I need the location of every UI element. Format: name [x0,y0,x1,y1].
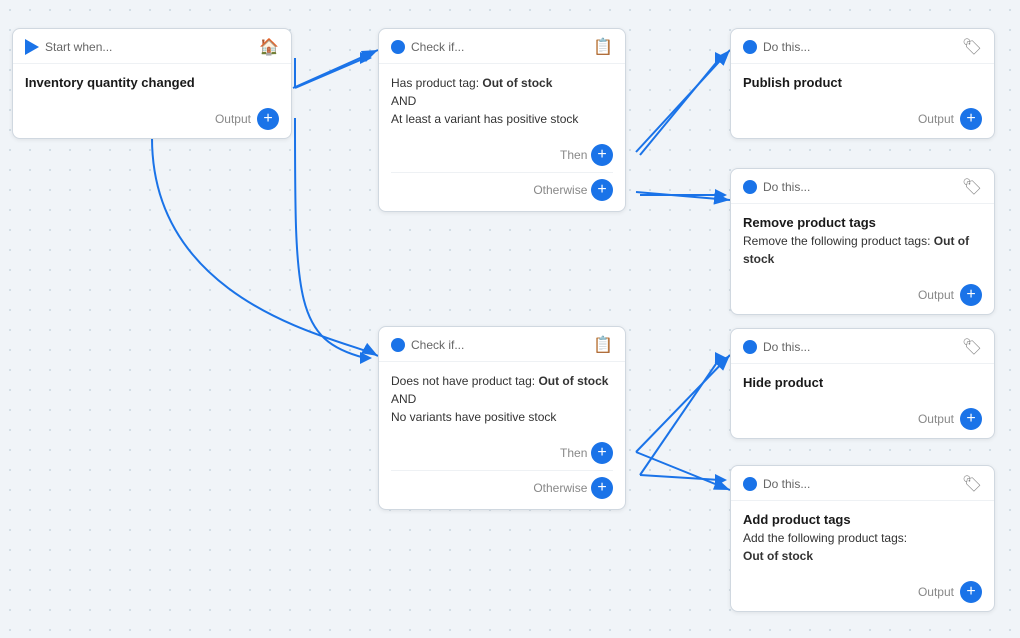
check1-title: Check if... [411,40,464,54]
trigger-output-label: Output [215,112,251,126]
check2-then-add-button[interactable]: + [591,442,613,464]
do1-footer: Output + [731,102,994,138]
do3-output-label: Output [918,412,954,426]
do4-output-label: Output [918,585,954,599]
do1-output-label: Output [918,112,954,126]
do3-main-text: Hide product [743,374,982,392]
do2-add-button[interactable]: + [960,284,982,306]
do4-tag-icon: 🏷 [962,474,982,494]
do2-footer: Output + [731,278,994,314]
do4-title: Do this... [763,477,810,491]
check2-otherwise-add-button[interactable]: + [591,477,613,499]
do1-add-button[interactable]: + [960,108,982,130]
check2-body: Does not have product tag: Out of stockA… [379,362,625,436]
do2-body: Remove product tags Remove the following… [731,204,994,278]
check1-dot [391,40,405,54]
trigger-add-button[interactable]: + [257,108,279,130]
do1-node: Do this... 🏷 Publish product Output + [730,28,995,139]
check1-otherwise-label: Otherwise [533,183,587,197]
do2-node: Do this... 🏷 Remove product tags Remove … [730,168,995,315]
check1-conditions: Has product tag: Out of stockANDAt least… [391,74,613,128]
check2-node: Check if... 📋 Does not have product tag:… [378,326,626,510]
check1-clipboard-icon: 📋 [593,37,613,57]
do4-body: Add product tags Add the following produ… [731,501,994,575]
check2-clipboard-icon: 📋 [593,335,613,355]
do4-sub-text: Add the following product tags:Out of st… [743,529,982,565]
workflow-canvas: Start when... 🏠 Inventory quantity chang… [0,0,1020,638]
check2-conditions: Does not have product tag: Out of stockA… [391,372,613,426]
do4-dot [743,477,757,491]
do3-tag-icon: 🏷 [962,337,982,357]
do2-sub-text: Remove the following product tags: Out o… [743,232,982,268]
trigger-icon [25,39,39,55]
do3-body: Hide product [731,364,994,402]
do2-header: Do this... 🏷 [731,169,994,204]
check1-header: Check if... 📋 [379,29,625,64]
check2-header: Check if... 📋 [379,327,625,362]
check2-dot [391,338,405,352]
do3-dot [743,340,757,354]
do3-add-button[interactable]: + [960,408,982,430]
check1-then-add-button[interactable]: + [591,144,613,166]
do4-footer: Output + [731,575,994,611]
do1-dot [743,40,757,54]
trigger-header: Start when... 🏠 [13,29,291,64]
do4-add-button[interactable]: + [960,581,982,603]
check1-body: Has product tag: Out of stockANDAt least… [379,64,625,138]
check2-then-label: Then [560,446,587,460]
do3-header: Do this... 🏷 [731,329,994,364]
do3-footer: Output + [731,402,994,438]
do1-tag-icon: 🏷 [962,37,982,57]
do4-node: Do this... 🏷 Add product tags Add the fo… [730,465,995,612]
check1-node: Check if... 📋 Has product tag: Out of st… [378,28,626,212]
trigger-main-text: Inventory quantity changed [25,74,279,92]
do1-header: Do this... 🏷 [731,29,994,64]
do2-main-text: Remove product tags [743,214,982,232]
trigger-building-icon: 🏠 [259,37,279,57]
do1-main-text: Publish product [743,74,982,92]
do2-output-label: Output [918,288,954,302]
do1-body: Publish product [731,64,994,102]
check2-otherwise-label: Otherwise [533,481,587,495]
do3-node: Do this... 🏷 Hide product Output + [730,328,995,439]
do4-header: Do this... 🏷 [731,466,994,501]
do4-main-text: Add product tags [743,511,982,529]
do2-dot [743,180,757,194]
do3-title: Do this... [763,340,810,354]
check1-then-label: Then [560,148,587,162]
check1-otherwise-add-button[interactable]: + [591,179,613,201]
do2-title: Do this... [763,180,810,194]
check2-title: Check if... [411,338,464,352]
do1-title: Do this... [763,40,810,54]
trigger-title: Start when... [45,40,112,54]
do2-tag-icon: 🏷 [962,177,982,197]
trigger-footer: Output + [13,102,291,138]
trigger-body: Inventory quantity changed [13,64,291,102]
trigger-node: Start when... 🏠 Inventory quantity chang… [12,28,292,139]
